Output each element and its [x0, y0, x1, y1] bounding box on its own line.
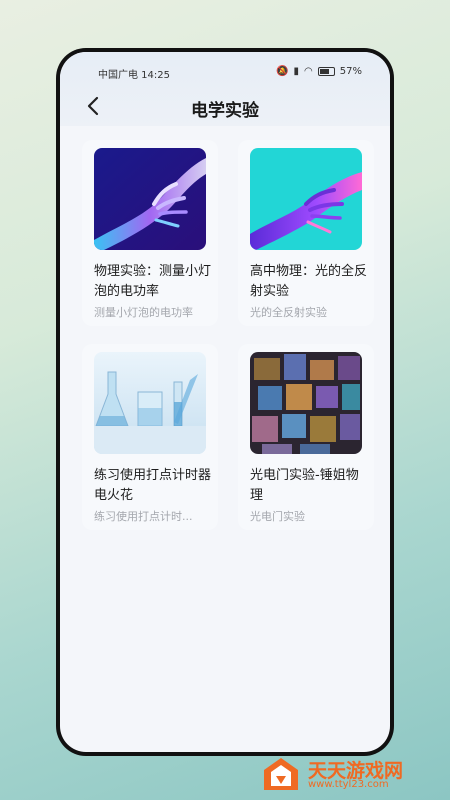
experiment-thumbnail-2: [250, 148, 362, 250]
experiment-card-4[interactable]: 光电门实验-锤姐物理 光电门实验: [238, 344, 374, 530]
experiment-title-2: 高中物理：光的全反射实验: [250, 264, 368, 299]
experiment-thumbnail-4: [250, 352, 362, 454]
experiment-thumbnail-1: [94, 148, 206, 250]
experiment-card-3[interactable]: 练习使用打点计时器电火花 练习使用打点计时...: [82, 344, 218, 530]
status-bar: 中国广电 14:25 🔕 ▮ ◠ 57%: [60, 66, 390, 81]
experiment-title-3: 练习使用打点计时器电火花: [94, 468, 212, 503]
experiment-title-1: 物理实验：测量小灯泡的电功率: [94, 264, 212, 299]
battery-percent: 57%: [339, 66, 362, 77]
experiment-card-1[interactable]: 物理实验：测量小灯泡的电功率 测量小灯泡的电功率: [82, 140, 218, 326]
experiment-subtitle-2: 光的全反射实验: [250, 306, 327, 319]
watermark-logo: [264, 758, 298, 790]
experiment-subtitle-1: 测量小灯泡的电功率: [94, 306, 193, 319]
experiment-thumbnail-3: [94, 352, 206, 454]
mute-icon: 🔕: [276, 66, 289, 77]
battery-icon: [317, 67, 335, 76]
signal-icon: ▮: [293, 66, 300, 77]
wifi-icon: ◠: [304, 66, 313, 77]
nav-bar: 电学实验: [60, 90, 390, 126]
experiment-subtitle-3: 练习使用打点计时...: [94, 510, 193, 523]
watermark-url: www.ttyl23.com: [308, 779, 389, 790]
page-title: 电学实验: [191, 101, 259, 121]
status-carrier-time: 中国广电 14:25: [98, 70, 170, 81]
experiment-card-2[interactable]: 高中物理：光的全反射实验 光的全反射实验: [238, 140, 374, 326]
status-icons: 🔕 ▮ ◠ 57%: [276, 66, 362, 77]
experiment-title-4: 光电门实验-锤姐物理: [250, 468, 359, 503]
app-screen: 中国广电 14:25 🔕 ▮ ◠ 57% 电学实验 物理实验：测量小灯泡的电功率…: [60, 52, 390, 752]
phone-frame: 中国广电 14:25 🔕 ▮ ◠ 57% 电学实验 物理实验：测量小灯泡的电功率…: [56, 48, 394, 756]
experiment-subtitle-4: 光电门实验: [250, 510, 305, 523]
watermark: 天天游戏网 www.ttyl23.com: [262, 754, 442, 794]
